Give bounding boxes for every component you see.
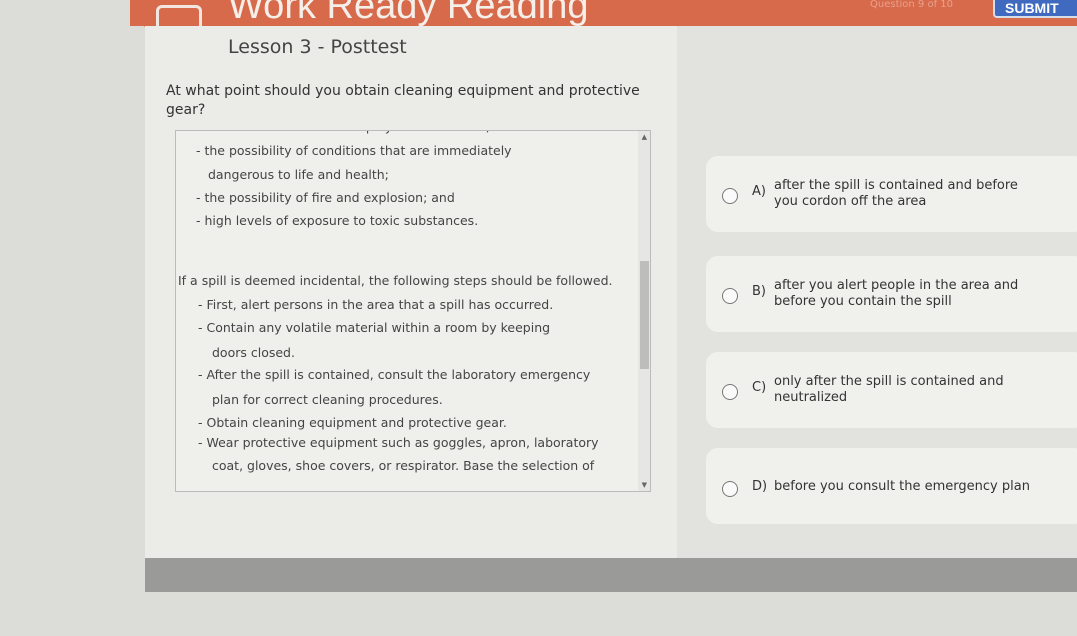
- passage-line: - Contain any volatile material within a…: [198, 320, 551, 335]
- option-letter: C): [752, 380, 767, 395]
- option-letter: A): [752, 184, 766, 199]
- passage-line: - high levels of exposure to toxic subst…: [196, 213, 479, 228]
- passage-line: - Wear protective equipment such as gogg…: [198, 435, 599, 450]
- submit-button[interactable]: SUBMIT: [993, 0, 1077, 18]
- passage-line: doors closed.: [212, 345, 295, 360]
- passage-line: dangerous to life and health;: [208, 167, 389, 182]
- scrollbar-thumb[interactable]: [640, 261, 649, 369]
- app-title: Work Ready Reading: [228, 0, 589, 27]
- answer-option-c[interactable]: C) only after the spill is contained and…: [706, 352, 1077, 428]
- scroll-down-icon[interactable]: ▼: [642, 481, 647, 489]
- passage-line: - Obtain cleaning equipment and protecti…: [198, 415, 507, 430]
- passage-line: plan for correct cleaning procedures.: [212, 392, 443, 407]
- option-letter: D): [752, 479, 768, 494]
- option-letter: B): [752, 284, 766, 299]
- passage-line: - the possibility of fire and explosion;…: [196, 190, 455, 205]
- radio-button[interactable]: [722, 288, 738, 304]
- passage-line: - the possibility of conditions that are…: [196, 143, 512, 158]
- option-text: after the spill is contained and before …: [774, 178, 1018, 209]
- answer-option-b[interactable]: B) after you alert people in the area an…: [706, 256, 1077, 332]
- scrollbar[interactable]: ▲ ▼: [638, 131, 650, 491]
- passage-line: If a spill is deemed incidental, the fol…: [178, 273, 613, 288]
- option-text: after you alert people in the area and b…: [774, 278, 1019, 309]
- passage-line: - After the spill is contained, consult …: [198, 367, 591, 382]
- radio-button[interactable]: [722, 384, 738, 400]
- passage-line: - First, alert persons in the area that …: [198, 297, 554, 312]
- option-text: only after the spill is contained and ne…: [774, 374, 1004, 405]
- option-text: before you consult the emergency plan: [774, 479, 1030, 494]
- reading-passage[interactable]: the need to evacuate employees in the ar…: [175, 130, 651, 492]
- radio-button[interactable]: [722, 481, 738, 497]
- radio-button[interactable]: [722, 188, 738, 204]
- answer-option-d[interactable]: D) before you consult the emergency plan: [706, 448, 1077, 524]
- footer-bar: [145, 558, 1077, 592]
- question-text: At what point should you obtain cleaning…: [166, 83, 640, 118]
- passage-line: coat, gloves, shoe covers, or respirator…: [212, 458, 595, 473]
- scroll-up-icon[interactable]: ▲: [642, 133, 647, 141]
- lesson-title: Lesson 3 - Posttest: [228, 36, 407, 58]
- question-counter: Question 9 of 10: [870, 0, 953, 10]
- passage-line: the need to evacuate employees in the ar…: [208, 131, 490, 134]
- answer-option-a[interactable]: A) after the spill is contained and befo…: [706, 156, 1077, 232]
